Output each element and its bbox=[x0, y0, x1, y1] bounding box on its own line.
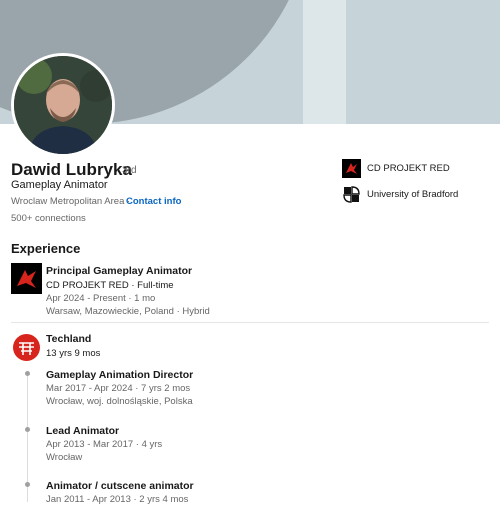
techland-logo-icon bbox=[13, 334, 40, 361]
cdpr-company-logo[interactable] bbox=[11, 263, 42, 294]
role-dates: Jan 2011 - Apr 2013 · 2 yrs 4 mos bbox=[46, 494, 189, 505]
role-title[interactable]: Lead Animator bbox=[46, 425, 119, 437]
timeline-dot bbox=[25, 371, 30, 376]
timeline-dot bbox=[25, 482, 30, 487]
role-location: Wrocław bbox=[46, 452, 83, 463]
profile-headline: Gameplay Animator bbox=[11, 179, 108, 191]
avatar[interactable] bbox=[11, 53, 115, 157]
cdpr-logo-icon bbox=[17, 270, 36, 288]
affiliation-university[interactable]: University of Bradford bbox=[342, 185, 458, 204]
role-title[interactable]: Gameplay Animation Director bbox=[46, 369, 193, 381]
connection-degree: · 3rd bbox=[116, 165, 137, 176]
experience-heading: Experience bbox=[11, 241, 81, 256]
affiliation-university-label: University of Bradford bbox=[367, 189, 459, 200]
cdpr-logo-icon bbox=[342, 159, 361, 178]
contact-info-link[interactable]: Contact info bbox=[126, 196, 181, 207]
role-dates: Mar 2017 - Apr 2024 · 7 yrs 2 mos bbox=[46, 383, 191, 394]
section-divider bbox=[11, 322, 489, 323]
job-dates: Apr 2024 - Present · 1 mo bbox=[46, 293, 156, 304]
affiliation-company-label: CD PROJEKT RED bbox=[367, 163, 450, 174]
profile-location: Wroclaw Metropolitan Area · bbox=[11, 196, 131, 207]
company-name[interactable]: Techland bbox=[46, 333, 91, 345]
university-logo-icon bbox=[342, 185, 361, 204]
job-title[interactable]: Principal Gameplay Animator bbox=[46, 265, 192, 277]
affiliation-company[interactable]: CD PROJEKT RED bbox=[342, 159, 450, 178]
techland-company-logo[interactable] bbox=[13, 334, 40, 361]
role-dates: Apr 2013 - Mar 2017 · 4 yrs bbox=[46, 439, 163, 450]
role-title[interactable]: Animator / cutscene animator bbox=[46, 480, 194, 492]
job-location: Warsaw, Mazowieckie, Poland · Hybrid bbox=[46, 306, 210, 317]
role-location: Wrocław, woj. dolnośląskie, Polska bbox=[46, 396, 193, 407]
timeline-dot bbox=[25, 427, 30, 432]
job-company: CD PROJEKT RED · Full-time bbox=[46, 280, 174, 291]
profile-name: Dawid Lubryka bbox=[11, 160, 132, 179]
connections-count[interactable]: 500+ connections bbox=[11, 213, 86, 224]
company-duration: 13 yrs 9 mos bbox=[46, 348, 101, 359]
